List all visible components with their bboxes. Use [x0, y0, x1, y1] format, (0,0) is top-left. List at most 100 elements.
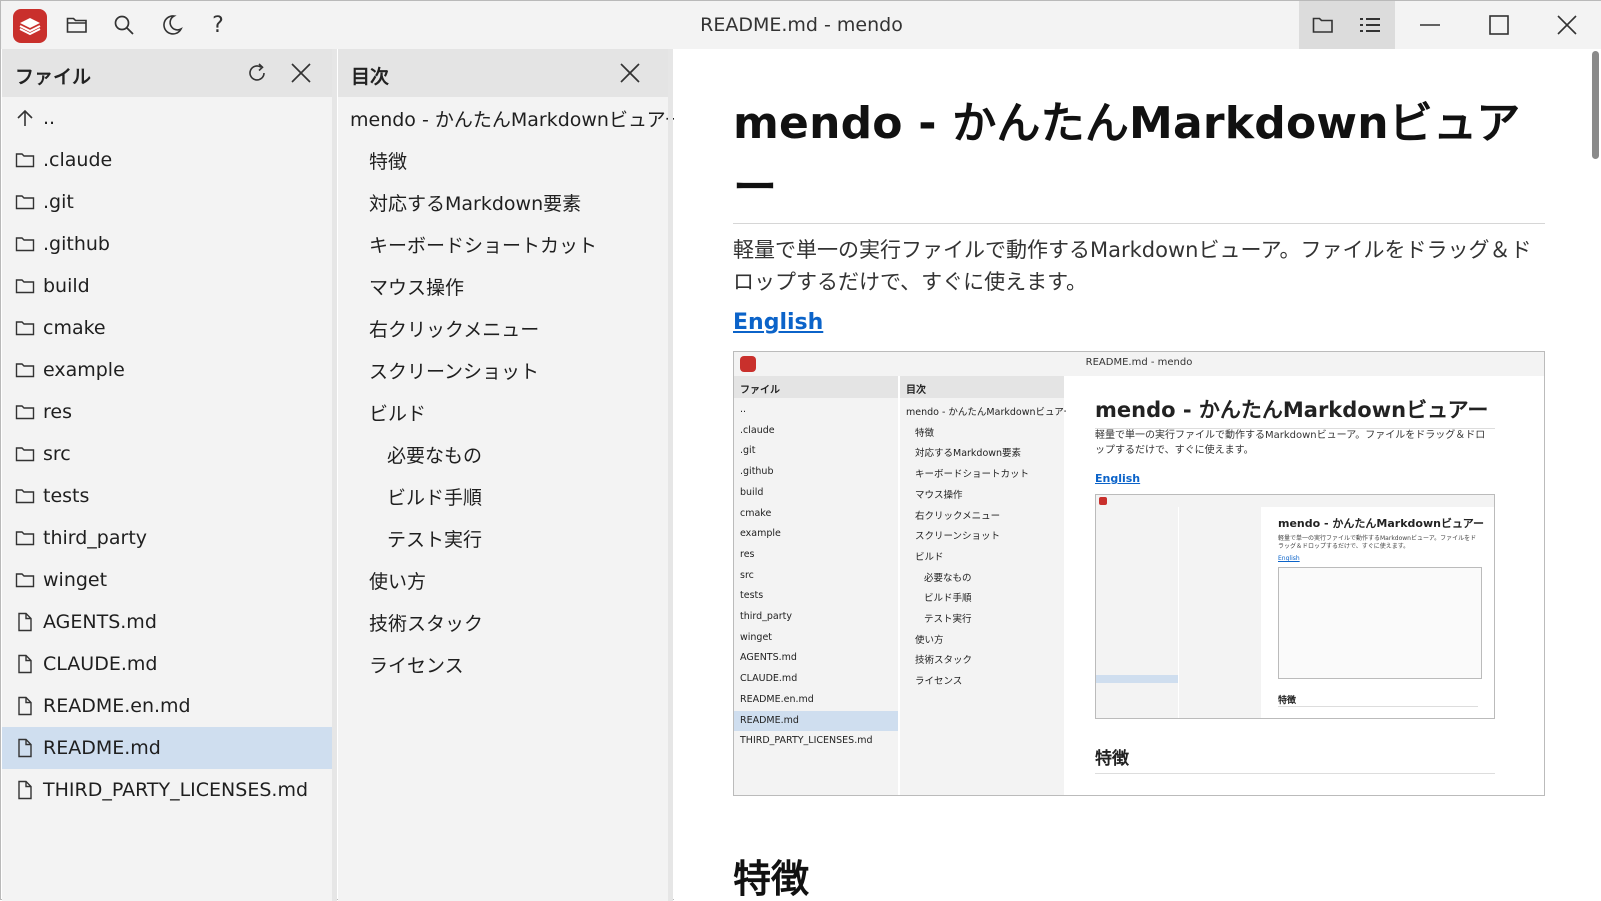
file-item-label: .claude [43, 149, 113, 171]
minimize-icon[interactable] [1395, 1, 1465, 49]
nested-titlebar [1096, 495, 1494, 507]
file-list: .. .claude .git .github build cmake example res… [2, 97, 332, 811]
refresh-icon[interactable] [239, 55, 275, 91]
markdown-content[interactable]: mendo - かんたんMarkdownビュアー 軽量で単一の実行ファイルで動作… [674, 49, 1601, 901]
screenshot-file-item: .git [740, 445, 756, 457]
screenshot-file-item: .github [740, 466, 774, 478]
file-item-label: README.md [43, 737, 161, 759]
file-icon [15, 612, 35, 632]
toc-panel-close-icon[interactable] [612, 55, 648, 91]
panel-splitter[interactable] [332, 49, 337, 901]
file-panel-header: ファイル [2, 49, 332, 97]
nested-app-icon [1099, 497, 1107, 505]
document-heading-2: 特徴 [733, 848, 1545, 901]
file-item-label: example [43, 359, 125, 381]
screenshot-file-item: example [740, 528, 781, 540]
screenshot-image: README.md - mendo ファイル .. .claude .git .git… [733, 351, 1545, 796]
screenshot-file-item: build [740, 486, 764, 498]
close-icon[interactable] [1532, 1, 1601, 49]
document-lead-paragraph: 軽量で単一の実行ファイルで動作するMarkdownビューア。ファイルをドラッグ＆… [733, 238, 1532, 294]
screenshot-file-item: README.md [740, 714, 799, 726]
screenshot-content: mendo - かんたんMarkdownビュアー 軽量で単一の実行ファイルで動作… [1066, 376, 1544, 795]
screenshot-toc-item: テスト実行 [924, 614, 972, 625]
file-panel: ファイル .. .claude .git .github build cmake examp… [2, 49, 332, 901]
english-link[interactable]: English [733, 310, 823, 335]
screenshot-toc-item: キーボードショートカット [915, 469, 1030, 481]
screenshot-heading-1: mendo - かんたんMarkdownビュアー [1095, 394, 1495, 429]
file-panel-close-icon[interactable] [283, 55, 319, 91]
toc-item[interactable]: ビルド [338, 391, 668, 433]
screenshot-toc-item: 対応するMarkdown要素 [915, 448, 1022, 460]
file-item[interactable]: README.md [2, 727, 332, 769]
toc-item[interactable]: 右クリックメニュー [338, 307, 668, 349]
folder-icon[interactable] [1305, 7, 1341, 43]
folder-icon [15, 402, 35, 422]
toc-item[interactable]: 技術スタック [338, 601, 668, 643]
nested-lead: 軽量で単一の実行ファイルで動作するMarkdownビューア。ファイルをドラッグ＆… [1278, 535, 1477, 550]
screenshot-toc-item: スクリーンショット [915, 531, 1001, 543]
toc-item[interactable]: 使い方 [338, 559, 668, 601]
parent-dir-item[interactable]: .. [2, 97, 332, 139]
screenshot-file-item: .claude [740, 424, 775, 436]
file-item[interactable]: AGENTS.md [2, 601, 332, 643]
folder-icon [15, 486, 35, 506]
screenshot-nested-image: mendo - かんたんMarkdownビュアー 軽量で単一の実行ファイルで動作… [1095, 494, 1495, 719]
file-item[interactable]: THIRD_PARTY_LICENSES.md [2, 769, 332, 811]
toc-item[interactable]: mendo - かんたんMarkdownビュアー [338, 97, 683, 139]
panel-splitter[interactable] [668, 49, 673, 901]
file-item[interactable]: README.en.md [2, 685, 332, 727]
folder-item[interactable]: winget [2, 559, 332, 601]
maximize-icon[interactable] [1464, 1, 1534, 49]
folder-item[interactable]: res [2, 391, 332, 433]
screenshot-toc-item: 右クリックメニュー [915, 510, 1001, 522]
folder-item[interactable]: .git [2, 181, 332, 223]
folder-icon [15, 150, 35, 170]
file-panel-title: ファイル [15, 66, 92, 88]
folder-item[interactable]: tests [2, 475, 332, 517]
nested-link: English [1278, 555, 1300, 562]
toc-item[interactable]: マウス操作 [338, 265, 668, 307]
file-item-label: third_party [43, 527, 148, 549]
file-item-label: winget [43, 569, 108, 591]
scrollbar[interactable] [1588, 49, 1601, 901]
folder-icon [15, 318, 35, 338]
folder-item[interactable]: cmake [2, 307, 332, 349]
toc-item[interactable]: ライセンス [338, 643, 668, 685]
arrow-up-icon [15, 108, 35, 128]
file-item-label: cmake [43, 317, 106, 339]
file-item-label: CLAUDE.md [43, 653, 158, 675]
document-heading-1: mendo - かんたんMarkdownビュアー [733, 87, 1545, 224]
list-icon[interactable] [1352, 7, 1388, 43]
toc-item[interactable]: テスト実行 [338, 517, 668, 559]
screenshot-file-panel: ファイル .. .claude .git .github build cmake examp… [734, 376, 898, 795]
panel-toggle-group [1299, 1, 1395, 49]
toc-item[interactable]: 特徴 [338, 139, 668, 181]
toc-item[interactable]: キーボードショートカット [338, 223, 668, 265]
folder-item[interactable]: .claude [2, 139, 332, 181]
toc-item[interactable]: 対応するMarkdown要素 [338, 181, 668, 223]
toc-item[interactable]: ビルド手順 [338, 475, 668, 517]
folder-item[interactable]: example [2, 349, 332, 391]
scrollbar-thumb[interactable] [1592, 51, 1599, 159]
folder-icon [15, 528, 35, 548]
screenshot-file-item: cmake [740, 507, 772, 519]
folder-icon [15, 192, 35, 212]
screenshot-file-item: THIRD_PARTY_LICENSES.md [740, 735, 873, 747]
toc-item[interactable]: スクリーンショット [338, 349, 668, 391]
file-item-label: AGENTS.md [43, 611, 157, 633]
file-item[interactable]: CLAUDE.md [2, 643, 332, 685]
screenshot-file-item: .. [740, 404, 747, 415]
folder-item[interactable]: .github [2, 223, 332, 265]
screenshot-file-item: winget [740, 631, 773, 643]
file-icon [15, 696, 35, 716]
folder-item[interactable]: src [2, 433, 332, 475]
screenshot-file-item: AGENTS.md [740, 652, 797, 664]
folder-item[interactable]: third_party [2, 517, 332, 559]
nested-heading-2: 特徴 [1278, 693, 1478, 707]
screenshot-file-item: third_party [740, 611, 793, 622]
toc-item[interactable]: 必要なもの [338, 433, 668, 475]
folder-item[interactable]: build [2, 265, 332, 307]
toc-list: mendo - かんたんMarkdownビュアー 特徴 対応するMarkdown要素… [338, 97, 683, 685]
file-item-label: THIRD_PARTY_LICENSES.md [43, 779, 309, 801]
screenshot-file-item: README.en.md [740, 693, 814, 705]
